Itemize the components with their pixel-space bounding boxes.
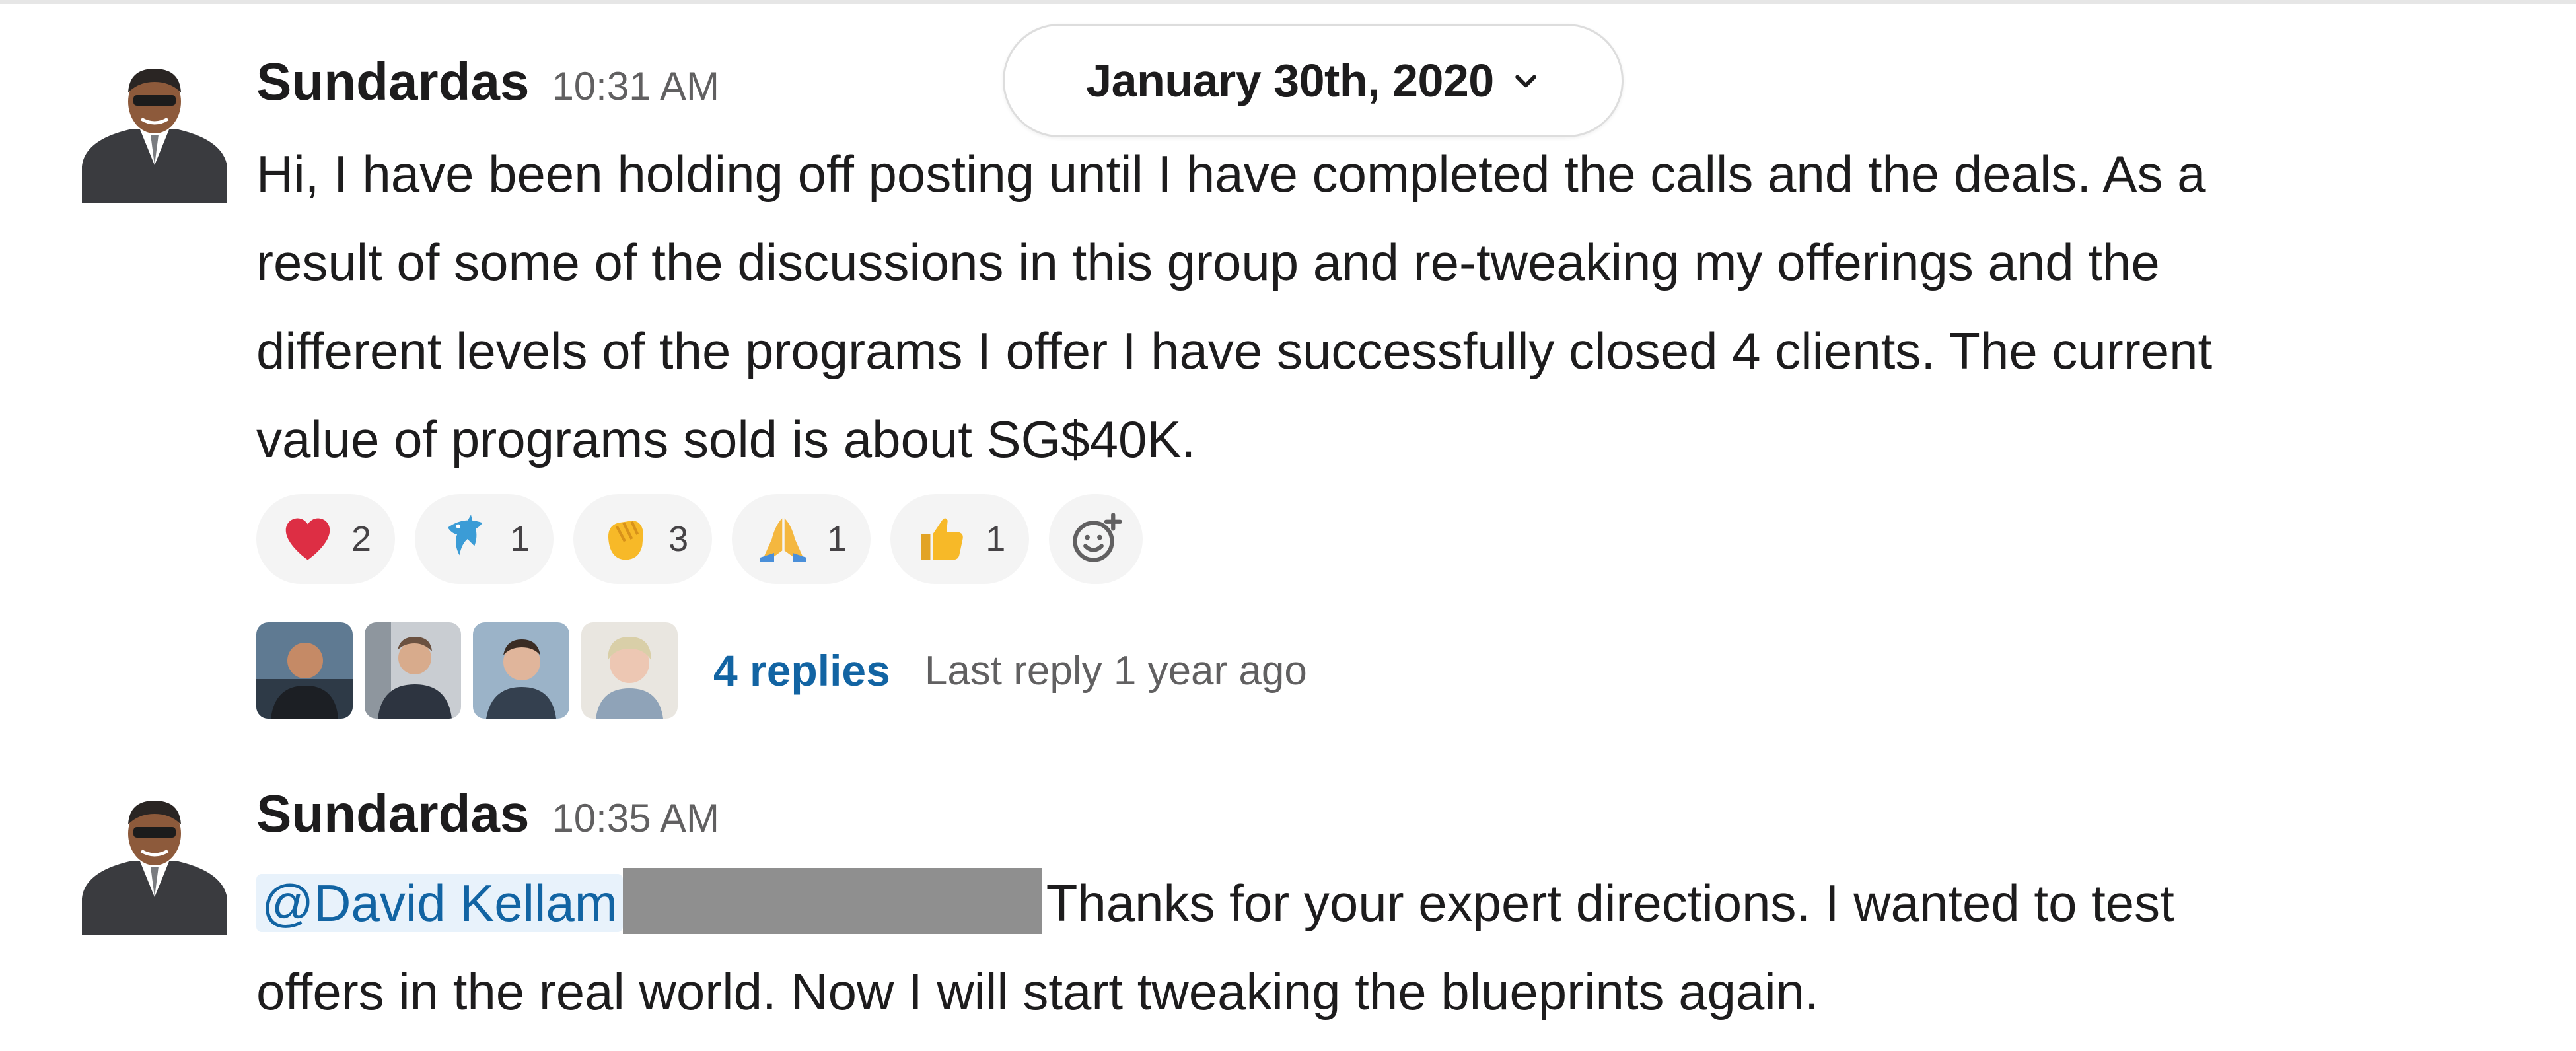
thread-avatar[interactable]	[473, 622, 569, 719]
message-line: offers in the real world. Now I will sta…	[256, 962, 1819, 1021]
heart-icon	[285, 518, 330, 560]
message-line: result of some of the discussions in thi…	[256, 233, 2160, 291]
message-line: Hi, I have been holding off posting unti…	[256, 145, 2206, 203]
thread-avatar[interactable]	[256, 622, 353, 719]
date-label: January 30th, 2020	[1086, 55, 1494, 106]
reaction-thumbs-up[interactable]: 1	[890, 494, 1030, 584]
replies-link[interactable]: 4 replies	[713, 645, 890, 696]
clap-icon	[608, 521, 644, 560]
dolphin-icon	[448, 515, 483, 556]
message-text: Hi, I have been holding off posting unti…	[256, 129, 2535, 484]
message-line: @David Kellam Thanks for your expert dire…	[256, 859, 2535, 947]
redacted-block	[622, 868, 1042, 934]
thread-summary[interactable]: 4 replies Last reply 1 year ago	[256, 622, 1307, 719]
reaction-clap[interactable]: 3	[573, 494, 713, 584]
message-line-text: Thanks for your expert directions. I wan…	[1046, 874, 2174, 932]
avatar[interactable]	[78, 785, 230, 937]
reaction-count: 1	[827, 519, 847, 559]
add-reaction-icon	[1073, 513, 1123, 562]
user-mention[interactable]: @David Kellam	[256, 874, 623, 932]
reaction-heart[interactable]: 2	[256, 494, 396, 584]
last-reply-text: Last reply 1 year ago	[924, 647, 1307, 694]
sender-name[interactable]: Sundardas	[256, 783, 529, 844]
pray-icon	[760, 518, 807, 562]
message-line: different levels of the programs I offer…	[256, 322, 2213, 380]
reaction-pray[interactable]: 1	[732, 494, 871, 584]
thread-avatar[interactable]	[365, 622, 461, 719]
timestamp[interactable]: 10:31 AM	[552, 63, 719, 109]
reaction-count: 3	[668, 519, 689, 559]
thumbs-up-icon	[921, 518, 963, 560]
reaction-count: 1	[510, 519, 530, 559]
message-text: @David Kellam Thanks for your expert dire…	[256, 859, 2535, 1036]
message-line: value of programs sold is about SG$40K.	[256, 410, 1196, 468]
reaction-count: 2	[351, 519, 372, 559]
message-header: Sundardas 10:35 AM	[256, 783, 719, 844]
reaction-dolphin[interactable]: 1	[415, 494, 554, 584]
chevron-down-icon	[1515, 75, 1536, 88]
reaction-count: 1	[985, 519, 1006, 559]
avatar[interactable]	[78, 53, 230, 205]
thread-avatar[interactable]	[581, 622, 678, 719]
sender-name[interactable]: Sundardas	[256, 52, 529, 112]
date-divider-button[interactable]: January 30th, 2020	[1003, 24, 1624, 137]
reaction-bar: 2 1 3 1 1	[256, 494, 1143, 584]
message-header: Sundardas 10:31 AM	[256, 52, 719, 112]
top-divider	[0, 0, 2576, 4]
timestamp[interactable]: 10:35 AM	[552, 795, 719, 841]
add-reaction-button[interactable]	[1049, 494, 1143, 584]
